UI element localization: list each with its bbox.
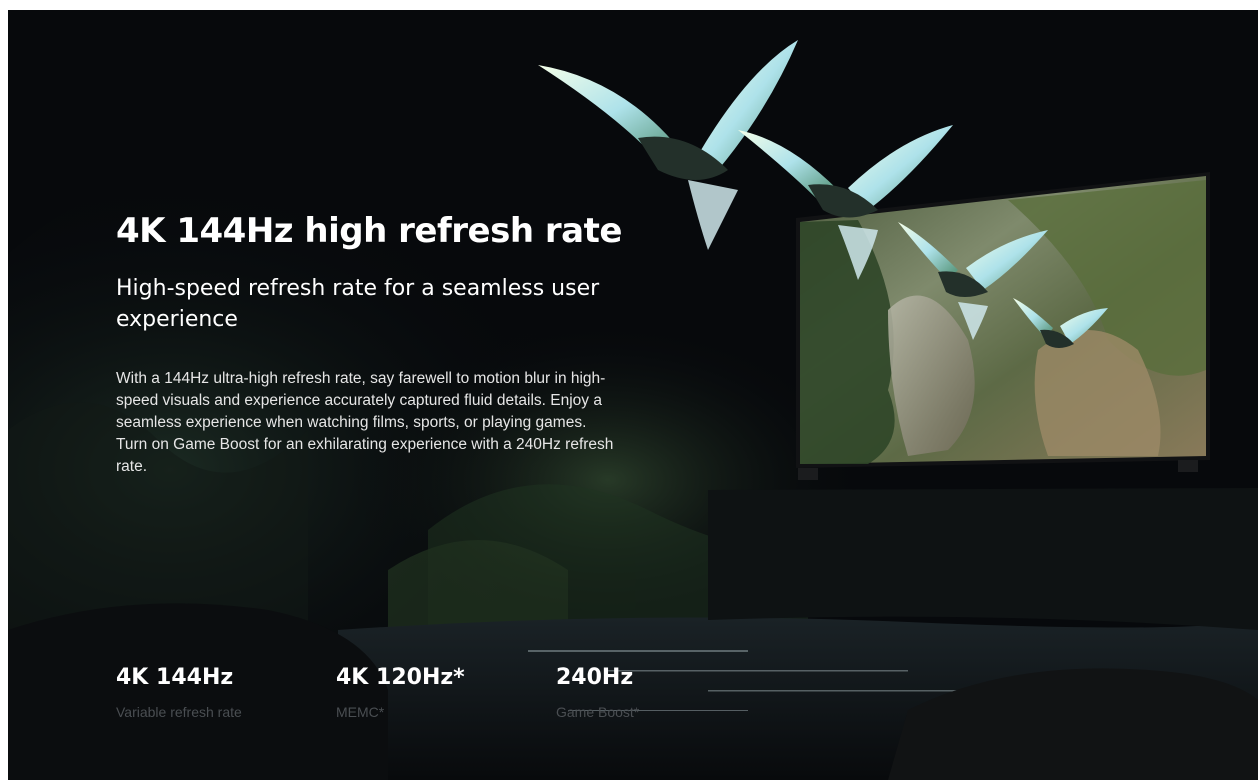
page-subtitle: High-speed refresh rate for a seamless u… — [116, 275, 600, 333]
stat-value: 4K 144Hz — [116, 665, 234, 690]
stat-label: Game Boost* — [556, 704, 640, 720]
hero-copy: 4K 144Hz high refresh rate High-speed re… — [116, 210, 636, 478]
spec-stats: 4K 144Hz Variable refresh rate 4K 120Hz*… — [116, 665, 776, 720]
stat-value: 4K 120Hz* — [336, 665, 465, 690]
stat-variable-refresh: 4K 144Hz Variable refresh rate — [116, 665, 336, 720]
page-title: 4K 144Hz high refresh rate — [116, 211, 622, 251]
stat-value: 240Hz — [556, 665, 634, 690]
description-paragraph: With a 144Hz ultra-high refresh rate, sa… — [116, 370, 614, 476]
stat-label: MEMC* — [336, 704, 385, 720]
stat-label: Variable refresh rate — [116, 704, 242, 720]
rock-platform — [708, 488, 1258, 630]
stat-game-boost: 240Hz Game Boost* — [556, 665, 776, 720]
tv-display — [796, 172, 1210, 480]
hero-banner: 4K 144Hz high refresh rate High-speed re… — [8, 10, 1258, 780]
stat-memc: 4K 120Hz* MEMC* — [336, 665, 556, 720]
